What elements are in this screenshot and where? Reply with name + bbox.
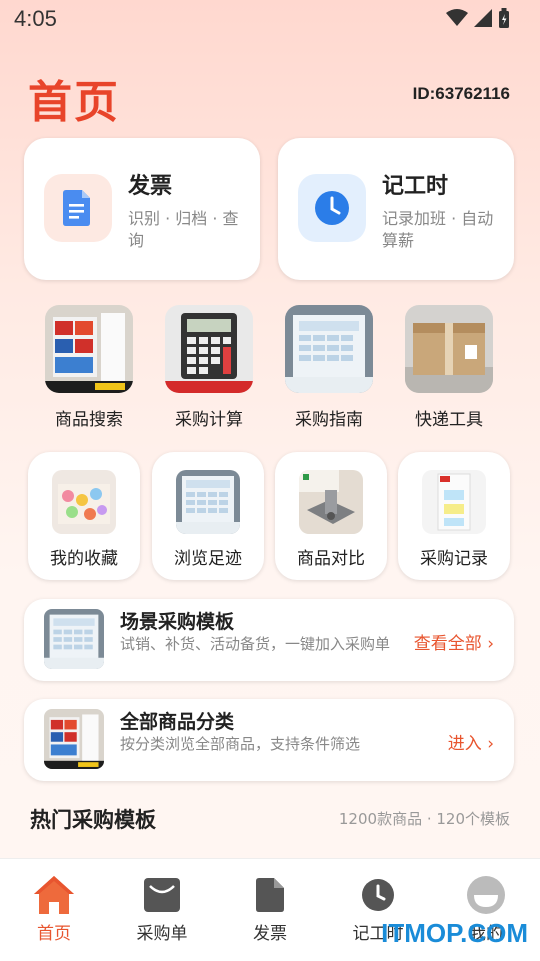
- document-icon: [44, 174, 112, 242]
- tool-product-search[interactable]: 商品搜索: [34, 305, 144, 430]
- shortcut-label: 采购记录: [420, 549, 488, 569]
- tab-label: 首页: [37, 924, 71, 944]
- tool-purchase-calc[interactable]: 采购计算: [154, 305, 264, 430]
- shortcut-compare[interactable]: 商品对比: [275, 452, 387, 580]
- tool-label: 快递工具: [415, 410, 483, 430]
- shelf-product-image: [45, 305, 133, 393]
- banner-title: 全部商品分类: [120, 711, 235, 733]
- status-time: 4:05: [14, 6, 57, 31]
- sticker-sheet-product-image: [176, 470, 240, 534]
- shortcut-records[interactable]: 采购记录: [398, 452, 510, 580]
- invoice-card-subtitle: 识别 · 归档 · 查询: [128, 209, 239, 250]
- shortcut-favorites[interactable]: 我的收藏: [28, 452, 140, 580]
- status-icons: [446, 8, 510, 28]
- watermark: ITMOP.COM: [381, 918, 528, 948]
- shortcut-label: 浏览足迹: [174, 549, 242, 569]
- page-title: 首页: [28, 77, 120, 128]
- status-bar: 4:05: [0, 0, 540, 40]
- tool-label: 商品搜索: [55, 410, 123, 430]
- enter-link[interactable]: 进入 ›: [448, 729, 494, 754]
- toy-box-product-image: [52, 470, 116, 534]
- timesheet-card-title: 记工时: [382, 174, 449, 199]
- banner-subtitle: 按分类浏览全部商品，支持条件筛选: [120, 735, 361, 753]
- scene-templates-banner[interactable]: 场景采购模板 试销、补货、活动备货，一键加入采购单 查看全部 ›: [24, 599, 514, 681]
- shortcut-label: 商品对比: [297, 549, 365, 569]
- metal-bracket-product-image: [299, 470, 363, 534]
- tab-purchase-list[interactable]: 采购单: [112, 873, 212, 944]
- profile-icon: [436, 873, 536, 917]
- label-pack-product-image: [422, 470, 486, 534]
- hot-templates-meta: 1200款商品 · 120个模板: [338, 810, 510, 828]
- clock-icon: [328, 873, 428, 917]
- envelope-icon: [112, 873, 212, 917]
- hot-templates-title: 热门采购模板: [30, 808, 156, 832]
- timesheet-card[interactable]: 记工时 记录加班 · 自动算薪: [278, 138, 514, 280]
- tab-label: 采购单: [136, 924, 188, 944]
- tools-row: 商品搜索 采购计算 采购指南 快递工具: [0, 305, 540, 435]
- all-categories-banner[interactable]: 全部商品分类 按分类浏览全部商品，支持条件筛选 进入 ›: [24, 699, 514, 781]
- tool-shipping[interactable]: 快递工具: [394, 305, 504, 430]
- invoice-card-title: 发票: [128, 174, 173, 199]
- banner-title: 场景采购模板: [120, 611, 235, 633]
- sticker-sheet-product-image: [285, 305, 373, 393]
- banner-subtitle: 试销、补货、活动备货，一键加入采购单: [120, 635, 391, 653]
- home-icon: [4, 873, 104, 917]
- tool-label: 采购指南: [295, 410, 363, 430]
- tab-home[interactable]: 首页: [4, 873, 104, 944]
- calculator-product-image: [165, 305, 253, 393]
- tab-invoice[interactable]: 发票: [220, 873, 320, 944]
- signal-icon: [474, 9, 492, 27]
- document-icon: [220, 873, 320, 917]
- sticker-sheet-product-image: [44, 609, 104, 669]
- tab-label: 发票: [253, 924, 287, 944]
- clock-icon: [298, 174, 366, 242]
- shortcut-label: 我的收藏: [50, 549, 118, 569]
- tool-purchase-guide[interactable]: 采购指南: [274, 305, 384, 430]
- shipping-box-product-image: [405, 305, 493, 393]
- timesheet-card-subtitle: 记录加班 · 自动算薪: [382, 209, 494, 250]
- shelf-product-image: [44, 709, 104, 769]
- shortcut-history[interactable]: 浏览足迹: [152, 452, 264, 580]
- battery-icon: [499, 8, 509, 28]
- tool-label: 采购计算: [175, 410, 243, 430]
- wifi-icon: [446, 9, 468, 26]
- user-id: ID:63762116: [412, 84, 510, 103]
- invoice-card[interactable]: 发票 识别 · 归档 · 查询: [24, 138, 260, 280]
- view-all-link[interactable]: 查看全部 ›: [414, 629, 494, 654]
